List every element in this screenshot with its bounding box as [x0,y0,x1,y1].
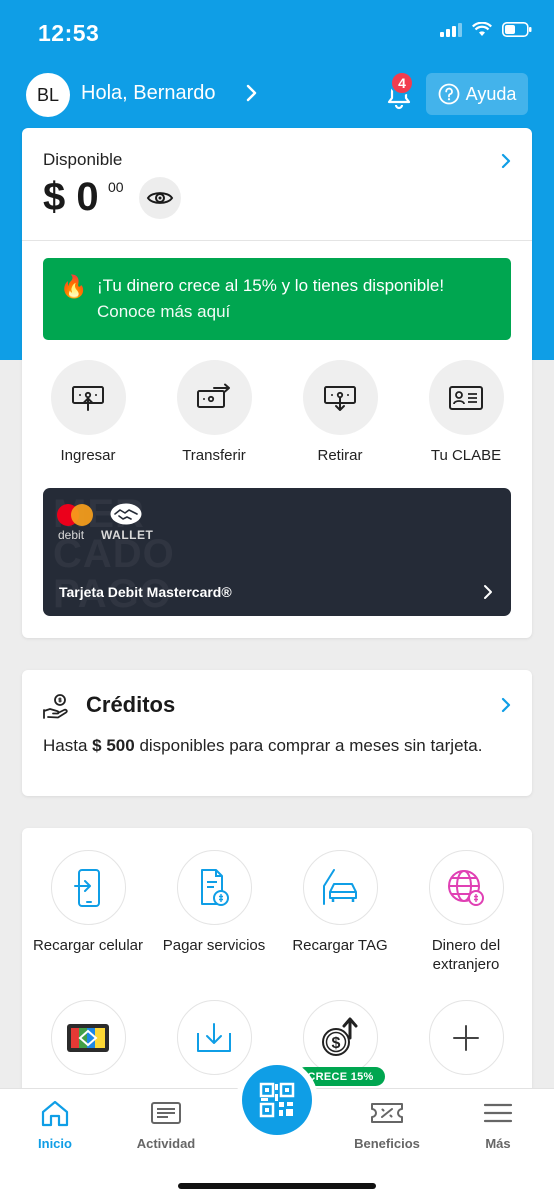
mastercard-logo [57,504,93,526]
status-time: 12:53 [38,20,100,46]
handshake-icon [110,503,142,525]
service-recargar-tag[interactable]: Recargar TAG [277,850,403,955]
signal-icon [440,22,462,37]
tab-mas[interactable]: Más [453,1099,543,1151]
credits-desc-prefix: Hasta [43,736,88,755]
service-transport-card[interactable] [25,1000,151,1086]
qr-scan-button[interactable] [242,1065,312,1135]
question-icon [438,83,460,105]
fire-icon: 🔥 [60,274,88,299]
plus-icon [428,1000,504,1075]
home-icon [41,1100,69,1127]
avatar[interactable]: BL [26,73,70,117]
help-button[interactable]: Ayuda [426,73,528,115]
home-indicator [178,1183,376,1189]
tab-actividad[interactable]: Actividad [121,1099,211,1151]
chevron-right-icon [484,585,492,599]
transfer-icon [176,360,252,435]
greeting-row: BL Hola, Bernardo 4 Ayuda [0,66,554,122]
credits-title: Créditos [86,692,176,717]
coin-growth-icon: $ [302,1000,378,1075]
action-label: Retirar [317,447,363,464]
eye-icon [146,192,174,204]
toggle-visibility-button[interactable] [139,177,181,219]
help-label: Ayuda [465,83,517,104]
chevron-right-icon[interactable] [500,696,512,714]
action-ingresar[interactable]: Ingresar [25,360,151,464]
car-tag-icon [302,850,378,925]
service-more[interactable] [403,1000,529,1086]
debit-card-name: Tarjeta Debit Mastercard® [59,584,232,600]
debit-text: debit [58,528,85,542]
promo-banner[interactable]: 🔥 ¡Tu dinero crece al 15% y lo tienes di… [43,258,511,340]
notification-badge: 4 [390,71,414,95]
action-label: Tu CLABE [430,447,502,464]
credits-amount: $ 500 [92,736,135,755]
credits-card[interactable]: Créditos Hasta $ 500 disponibles para co… [22,670,532,796]
action-label: Transferir [182,447,246,464]
tab-beneficios[interactable]: Beneficios [342,1099,432,1151]
debit-card[interactable]: MER CADO PAGO debit WALLET Tarjeta Debit M… [43,488,511,616]
tab-label: Más [485,1136,511,1151]
chevron-right-icon[interactable] [245,82,259,104]
action-transferir[interactable]: Transferir [151,360,277,464]
ticket-icon [371,1103,403,1123]
action-retirar[interactable]: Retirar [277,360,403,464]
balance-cents: 00 [108,179,124,195]
promo-title: ¡Tu dinero crece al 15% y lo tienes disp… [97,276,445,295]
action-clabe[interactable]: Tu CLABE [403,360,529,464]
id-card-icon [428,360,504,435]
divider [22,240,532,241]
balance-amount: $ 0 [43,175,99,219]
tab-label: Beneficios [354,1136,420,1151]
deposit-icon [50,360,126,435]
svg-text:$: $ [332,1035,341,1052]
wifi-icon [472,22,492,36]
bill-icon [176,850,252,925]
balance-card: Disponible $ 0 00 🔥 ¡Tu dinero crece al … [22,128,532,638]
balance-label: Disponible [43,150,123,169]
activity-icon [151,1102,181,1124]
service-label: Recargar TAG [292,937,388,954]
service-pagar-servicios[interactable]: Pagar servicios [151,850,277,955]
tab-label: Inicio [38,1136,72,1151]
wallet-text: WALLET [101,528,154,542]
promo-link[interactable]: Conoce más aquí [97,302,230,322]
credits-desc-suffix: disponibles para comprar a meses sin tar… [139,736,483,755]
phone-recharge-icon [50,850,126,925]
download-tray-icon [176,1000,252,1075]
service-label: Dinero del extranjero [431,937,501,973]
tab-inicio[interactable]: Inicio [10,1099,100,1151]
withdraw-icon [302,360,378,435]
service-recargar-celular[interactable]: Recargar celular [25,850,151,955]
tab-label: Actividad [136,1136,196,1151]
qr-code-icon [259,1082,295,1118]
service-label: Recargar celular [32,937,144,954]
credits-description: Hasta $ 500 disponibles para comprar a m… [43,733,493,759]
chevron-right-icon[interactable] [500,152,512,170]
credit-hand-icon [43,694,68,719]
service-dinero-extranjero[interactable]: Dinero del extranjero [403,850,529,974]
globe-money-icon [428,850,504,925]
quick-actions: Ingresar Transferir Retirar Tu CLABE [22,360,532,470]
action-label: Ingresar [60,447,116,464]
battery-icon [502,22,532,37]
status-icons [440,22,532,37]
menu-icon [483,1103,513,1123]
transport-card-icon [50,1000,126,1075]
status-bar: 12:53 [0,0,554,66]
greeting-text[interactable]: Hola, Bernardo [81,82,216,105]
service-label: Pagar servicios [162,937,266,954]
